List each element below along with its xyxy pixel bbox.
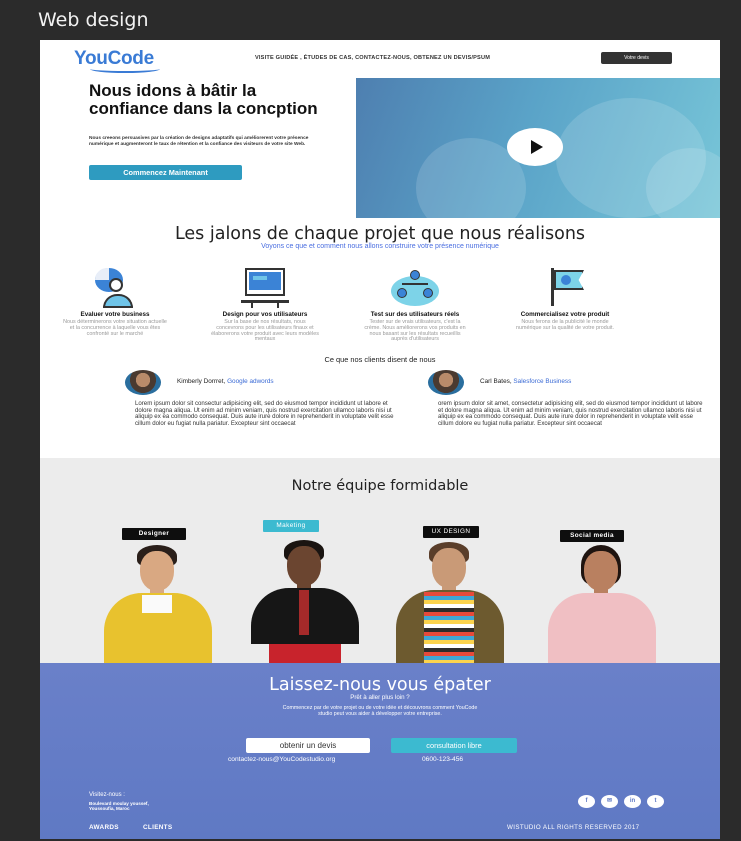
role-badge: Maketing <box>263 520 319 532</box>
nav-links[interactable]: VISITE GUIDÉE , ÉTUDES DE CAS, CONTACTEZ… <box>255 55 490 61</box>
cta-subtitle: Prêt à aller plus loin ? <box>350 694 410 701</box>
testimonial-text: orem ipsum dolor sit amet, consectetur a… <box>438 400 703 427</box>
hero-text: Nous creeons persuasives par la création… <box>89 136 309 147</box>
feature-title: Commercialisez votre produit <box>520 311 610 318</box>
feature-test: Test sur des utilisateurs réels Tester s… <box>340 268 490 343</box>
avatar <box>125 370 161 395</box>
role-badge: Social media <box>560 530 624 542</box>
team-title: Notre équipe formidable <box>291 478 469 494</box>
feature-design: Design pour vos utilisateurs Sur la base… <box>190 268 340 343</box>
flag-check-icon <box>541 268 589 308</box>
linkedin-icon[interactable]: in <box>624 795 641 808</box>
testimonial-text: Lorem ipsum dolor sit consectur adipisic… <box>135 400 394 427</box>
feature-evaluate: Evaluer votre business Nous détermineron… <box>40 268 190 337</box>
team-member-social-media <box>542 545 662 673</box>
team-member-designer <box>98 545 218 673</box>
author-name: Kimberly Dorrret, <box>177 378 226 385</box>
clients-title: Ce que nos clients disent de nous <box>324 355 436 364</box>
hero-title: Nous idons à bâtir la confiance dans la … <box>89 81 318 118</box>
author-company[interactable]: Google adwords <box>227 378 274 385</box>
copyright: WISTUDIO ALL RIGHTS RESERVED 2017 <box>507 824 640 831</box>
feature-title: Design pour vos utilisateurs <box>222 311 308 318</box>
author-name: Carl Bates, <box>480 378 512 385</box>
user-network-icon <box>391 268 439 308</box>
feature-desc: Tester sur de vrais utilisateurs, c'est … <box>364 319 466 343</box>
get-quote-button[interactable]: obtenir un devis <box>246 738 370 753</box>
feature-desc: Nous ferons de la publicité le monde num… <box>516 319 614 331</box>
avatar <box>428 370 464 395</box>
testimonial-author: Kimberly Dorrret, Google adwords <box>177 378 274 385</box>
feature-desc: Nous déterminerons votre situation actue… <box>63 319 167 337</box>
twitter-icon[interactable]: t <box>647 795 664 808</box>
hero-video[interactable] <box>356 78 720 218</box>
awards-link[interactable]: AWARDS <box>89 824 119 831</box>
clients-link[interactable]: CLIENTS <box>143 824 172 831</box>
milestones-subtitle: Voyons ce que et comment nous allons con… <box>261 243 499 250</box>
visit-label: Visitez-nous : <box>89 792 125 798</box>
team-member-marketing <box>245 540 365 668</box>
testimonial-author: Carl Bates, Salesforce Business <box>480 378 571 385</box>
logo-swoosh-icon <box>90 65 160 73</box>
team-member-ux-design <box>390 542 510 670</box>
contact-email[interactable]: contactez-nous@YouCodestudio.org <box>228 756 335 763</box>
feature-title: Test sur des utilisateurs réels <box>370 311 460 318</box>
feature-title: Evaluer votre business <box>80 311 150 318</box>
play-icon[interactable] <box>507 128 563 166</box>
role-badge: Designer <box>122 528 186 540</box>
role-badge: UX DESIGN <box>423 526 479 538</box>
feature-desc: Sur la base de nos résultats, nous conce… <box>211 319 319 343</box>
address: Boulevard moulay youssef, Youssoufia, Ma… <box>89 801 149 812</box>
analytics-person-icon <box>91 268 139 308</box>
window-title: Web design <box>38 9 149 31</box>
contact-phone[interactable]: 0600-123-456 <box>422 756 463 763</box>
web-page: YouCode VISITE GUIDÉE , ÉTUDES DE CAS, C… <box>40 40 720 839</box>
email-icon[interactable]: ✉ <box>601 795 618 808</box>
cta-text: Commencez par de votre projet ou de votr… <box>282 705 478 717</box>
quote-nav-button[interactable]: Votre devis <box>601 52 672 64</box>
author-company[interactable]: Salesforce Business <box>513 378 571 385</box>
milestones-title: Les jalons de chaque projet que nous réa… <box>174 224 586 244</box>
free-consultation-button[interactable]: consultation libre <box>391 738 517 753</box>
get-started-button[interactable]: Commencez Maintenant <box>89 165 242 180</box>
top-nav: YouCode VISITE GUIDÉE , ÉTUDES DE CAS, C… <box>40 40 720 78</box>
cta-title: Laissez-nous vous épater <box>269 675 491 695</box>
facebook-icon[interactable]: f <box>578 795 595 808</box>
design-monitor-icon <box>241 268 289 308</box>
feature-market: Commercialisez votre produit Nous ferons… <box>490 268 640 332</box>
